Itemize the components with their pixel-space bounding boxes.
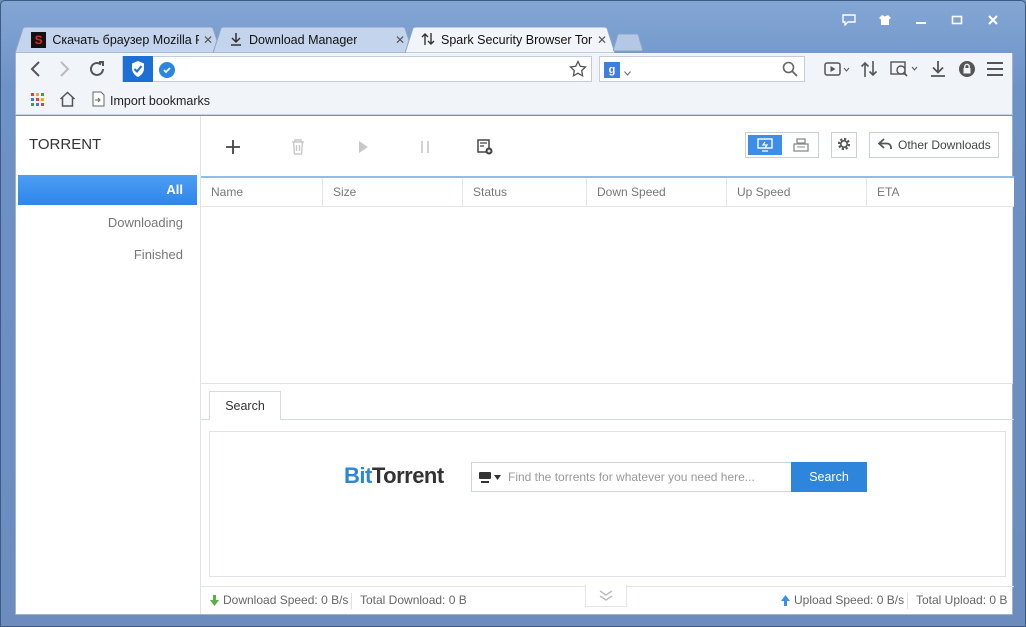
tab-strip: S Скачать браузер Mozilla Fi ✕ Download …: [15, 27, 715, 53]
column-header-name[interactable]: Name: [201, 178, 323, 207]
download-manager-page: TORRENT All Downloading Finished Other D…: [15, 116, 1014, 615]
down-arrow-icon: [210, 595, 219, 606]
sidebar-item-all[interactable]: All: [18, 175, 197, 205]
navigation-toolbar: g: [15, 53, 1013, 85]
search-button[interactable]: Search: [791, 462, 867, 492]
close-tab-icon[interactable]: ✕: [597, 33, 607, 47]
column-header-status[interactable]: Status: [463, 178, 587, 207]
tab-label: Скачать браузер Mozilla Fi: [52, 33, 199, 47]
sidebar-item-finished[interactable]: Finished: [18, 240, 197, 270]
pause-button[interactable]: [414, 136, 436, 158]
column-header-size[interactable]: Size: [323, 178, 463, 207]
upload-speed-text: Upload Speed: 0 B/s: [794, 593, 905, 607]
column-header-eta[interactable]: ETA: [867, 178, 1014, 207]
import-bookmarks-link[interactable]: Import bookmarks: [92, 91, 210, 110]
torrent-toolbar-icon[interactable]: [858, 59, 880, 79]
tab-download-manager[interactable]: Download Manager ✕: [213, 27, 413, 53]
divider: [351, 593, 352, 609]
tab-label: Download Manager: [249, 33, 358, 47]
torrent-arrows-icon: [421, 32, 435, 49]
bookmark-star-icon[interactable]: [569, 59, 587, 81]
tab-divider: [201, 419, 1014, 420]
minimize-button[interactable]: [903, 11, 939, 29]
column-header-up-speed[interactable]: Up Speed: [727, 178, 867, 207]
menu-icon[interactable]: [984, 59, 1006, 79]
shield-icon[interactable]: [123, 56, 153, 82]
download-icon: [229, 32, 243, 49]
status-bar: Download Speed: 0 B/s Total Download: 0 …: [201, 585, 1014, 614]
category-selector[interactable]: [472, 463, 506, 491]
yandex-s-icon: S: [31, 32, 47, 48]
sidebar-title: TORRENT: [29, 136, 102, 153]
downloads-icon[interactable]: [927, 59, 949, 79]
collapse-panel-button[interactable]: [585, 585, 627, 607]
search-placeholder: Find the torrents for whatever you need …: [508, 470, 755, 484]
gear-icon: [836, 136, 852, 155]
import-bookmarks-label: Import bookmarks: [110, 93, 211, 108]
double-chevron-down-icon: [599, 589, 613, 601]
forward-button[interactable]: [54, 59, 76, 79]
settings-button[interactable]: [831, 132, 857, 158]
home-icon[interactable]: [59, 91, 76, 110]
tab-search[interactable]: Search: [209, 391, 281, 420]
other-downloads-button[interactable]: Other Downloads: [869, 132, 999, 158]
media-player-icon[interactable]: [822, 59, 852, 79]
bookmarks-bar: Import bookmarks: [15, 85, 1013, 115]
chat-icon[interactable]: [831, 11, 867, 29]
torrent-main-panel: Other Downloads Name Size Status Down Sp…: [201, 116, 1014, 614]
other-downloads-label: Other Downloads: [898, 138, 991, 152]
torrent-list-empty: [201, 207, 1013, 384]
list-view-button[interactable]: [748, 135, 782, 155]
lock-privacy-icon[interactable]: [956, 59, 978, 79]
category-icon: [478, 472, 491, 483]
apps-grid-icon[interactable]: [31, 93, 45, 110]
download-speed-text: Download Speed: 0 B/s: [223, 593, 349, 607]
upload-speed: Upload Speed: 0 B/s: [781, 587, 904, 614]
torrent-search-field[interactable]: Find the torrents for whatever you need …: [471, 462, 792, 492]
search-icon[interactable]: [782, 61, 798, 80]
logo-torrent: Torrent: [371, 463, 444, 488]
torrent-table-header: Name Size Status Down Speed Up Speed ETA: [201, 176, 1014, 207]
close-tab-icon[interactable]: ✕: [203, 33, 213, 47]
divider: [907, 593, 908, 609]
torrent-sidebar: TORRENT All Downloading Finished: [16, 116, 201, 614]
skin-shirt-icon[interactable]: [867, 11, 903, 29]
resume-button[interactable]: [352, 136, 374, 158]
column-header-down-speed[interactable]: Down Speed: [587, 178, 727, 207]
bittorrent-search-panel: BitTorrent Find the torrents for whateve…: [209, 431, 1006, 577]
browser-window: S Скачать браузер Mozilla Fi ✕ Download …: [0, 0, 1026, 627]
total-upload: Total Upload: 0 B: [916, 593, 1008, 607]
sidebar-item-downloading[interactable]: Downloading: [18, 208, 197, 238]
media-search-icon[interactable]: [888, 59, 922, 79]
new-tab-button[interactable]: [612, 33, 644, 52]
open-folder-button[interactable]: [474, 136, 496, 158]
chevron-down-icon: [493, 474, 501, 480]
title-bar-controls: [831, 11, 1011, 29]
total-download: Total Download: 0 B: [360, 593, 467, 607]
bittorrent-logo: BitTorrent: [344, 463, 444, 489]
delete-button[interactable]: [287, 136, 309, 158]
back-arrow-icon: [877, 137, 892, 153]
close-tab-icon[interactable]: ✕: [395, 33, 405, 47]
download-speed: Download Speed: 0 B/s: [210, 587, 348, 614]
address-bar[interactable]: [122, 56, 592, 82]
compact-view-button[interactable]: [784, 135, 818, 155]
back-button[interactable]: [24, 59, 46, 79]
google-icon[interactable]: g: [604, 62, 620, 78]
tab-torrent-active[interactable]: Spark Security Browser Torr ✕: [405, 27, 615, 53]
search-engine-box[interactable]: g: [599, 56, 805, 82]
chevron-down-icon[interactable]: [624, 65, 631, 79]
verified-check-icon[interactable]: [159, 62, 175, 78]
logo-bit: Bit: [344, 463, 372, 488]
tab-label: Spark Security Browser Torr: [441, 33, 593, 47]
reload-button[interactable]: [86, 59, 108, 79]
maximize-button[interactable]: [939, 11, 975, 29]
view-toggle: [745, 132, 819, 158]
tab-yandex[interactable]: S Скачать браузер Mozilla Fi ✕: [15, 27, 221, 53]
import-page-icon: [92, 91, 105, 110]
add-torrent-button[interactable]: [222, 136, 244, 158]
up-arrow-icon: [781, 595, 790, 606]
close-window-button[interactable]: [975, 11, 1011, 29]
